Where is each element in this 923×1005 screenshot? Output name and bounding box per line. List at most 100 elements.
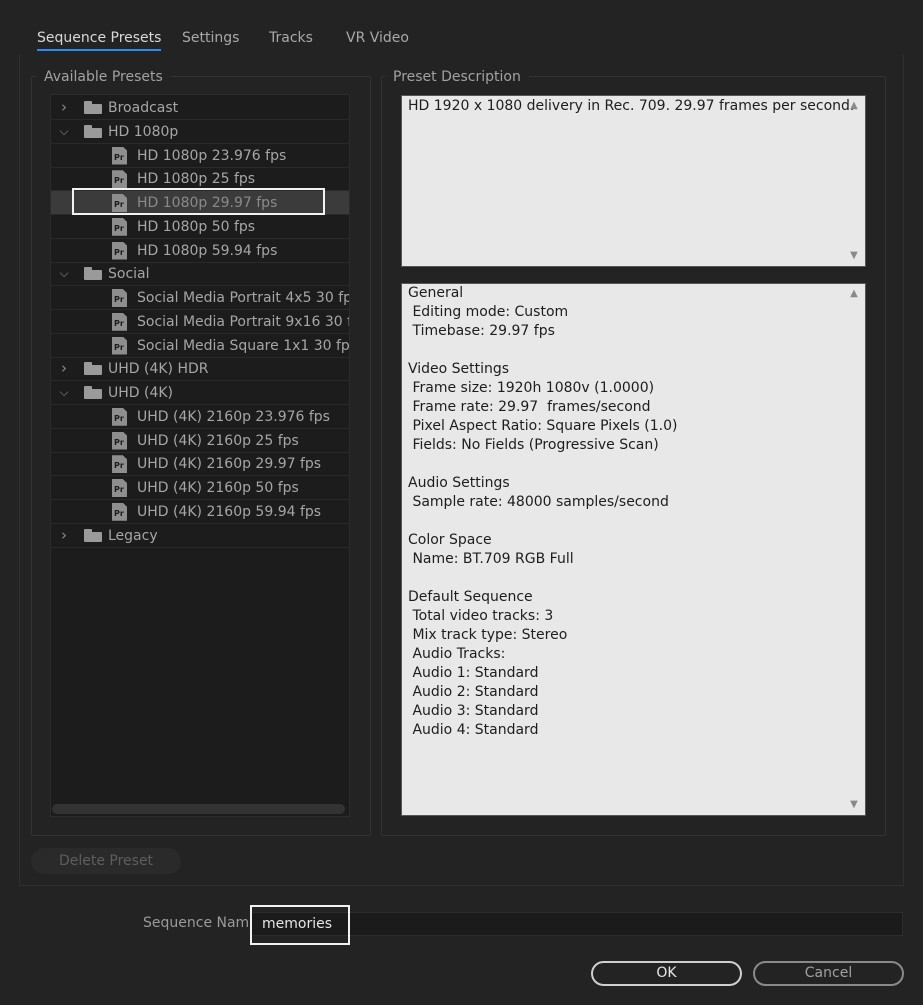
cancel-button[interactable]: Cancel bbox=[753, 961, 904, 986]
detail-line: Color Space bbox=[408, 532, 492, 548]
detail-line bbox=[408, 341, 859, 360]
tree-folder[interactable]: ⌵ HD 1080p bbox=[51, 120, 349, 144]
detail-line: Audio 2: Standard bbox=[408, 684, 539, 700]
preset-icon-text: Pr bbox=[114, 485, 124, 494]
tree-preset-item[interactable]: Pr HD 1080p 50 fps bbox=[51, 215, 349, 239]
tree-preset-item[interactable]: Pr Social Media Square 1x1 30 fps bbox=[51, 334, 349, 358]
chevron-right-icon[interactable]: › bbox=[58, 527, 70, 542]
folder-icon bbox=[84, 124, 102, 138]
tree-preset-item[interactable]: Pr HD 1080p 23.976 fps bbox=[51, 144, 349, 168]
detail-line: General bbox=[408, 285, 464, 301]
premiere-preset-icon: Pr bbox=[112, 407, 127, 426]
preset-summary-box[interactable]: HD 1920 x 1080 delivery in Rec. 709. 29.… bbox=[401, 95, 866, 267]
premiere-preset-icon: Pr bbox=[112, 289, 127, 307]
chevron-down-icon[interactable]: ⌵ bbox=[58, 385, 70, 399]
detail-line bbox=[408, 455, 859, 474]
detail-line bbox=[408, 512, 859, 531]
preset-summary-text: HD 1920 x 1080 delivery in Rec. 709. 29.… bbox=[408, 98, 855, 114]
tree-preset-item[interactable]: Pr HD 1080p 29.97 fps bbox=[51, 191, 349, 215]
detail-line: Sample rate: 48000 samples/second bbox=[408, 494, 669, 510]
detail-line: Frame rate: 29.97 frames/second bbox=[408, 399, 651, 415]
tree-item-label: UHD (4K) bbox=[108, 385, 174, 401]
preset-details-text: General Editing mode: Custom Timebase: 2… bbox=[408, 284, 859, 740]
tree-item-label: UHD (4K) 2160p 23.976 fps bbox=[137, 408, 330, 425]
preset-icon-text: Pr bbox=[114, 176, 124, 186]
tree-folder[interactable]: ⌵ UHD (4K) bbox=[51, 381, 349, 405]
folder-icon bbox=[84, 267, 102, 281]
tree-preset-item[interactable]: Pr UHD (4K) 2160p 50 fps bbox=[51, 476, 349, 500]
chevron-down-icon[interactable]: ⌵ bbox=[58, 124, 70, 138]
sequence-name-label: Sequence Name: bbox=[143, 915, 263, 931]
preset-icon-text: Pr bbox=[114, 152, 124, 162]
detail-line: Audio 4: Standard bbox=[408, 722, 539, 738]
tree-folder[interactable]: › Legacy bbox=[51, 524, 349, 548]
detail-line: Audio Tracks: bbox=[408, 646, 506, 662]
premiere-preset-icon: Pr bbox=[112, 455, 127, 474]
folder-icon bbox=[84, 101, 102, 114]
preset-icon-text: Pr bbox=[114, 223, 124, 233]
premiere-preset-icon: Pr bbox=[112, 194, 127, 212]
tree-folder[interactable]: ⌵ Social bbox=[51, 262, 349, 287]
tree-preset-item[interactable]: Pr Social Media Portrait 9x16 30 fps bbox=[51, 310, 349, 334]
tree-preset-item[interactable]: Pr UHD (4K) 2160p 29.97 fps bbox=[51, 452, 349, 477]
folder-icon bbox=[84, 362, 102, 376]
detail-line: Total video tracks: 3 bbox=[408, 608, 554, 624]
tree-preset-item[interactable]: Pr HD 1080p 59.94 fps bbox=[51, 239, 349, 263]
tree-item-label: HD 1080p 25 fps bbox=[137, 171, 256, 188]
tab-settings[interactable]: Settings bbox=[182, 28, 239, 48]
scroll-up-icon[interactable]: ▲ bbox=[849, 101, 859, 111]
preset-icon-text: Pr bbox=[114, 342, 124, 352]
tree-folder[interactable]: › UHD (4K) HDR bbox=[51, 357, 349, 382]
detail-line: Frame size: 1920h 1080v (1.0000) bbox=[408, 380, 655, 396]
tab-tracks[interactable]: Tracks bbox=[269, 28, 313, 48]
premiere-preset-icon: Pr bbox=[112, 170, 127, 189]
chevron-right-icon[interactable]: › bbox=[58, 100, 70, 115]
tree-item-label: UHD (4K) 2160p 59.94 fps bbox=[137, 503, 322, 520]
scroll-up-icon[interactable]: ▲ bbox=[849, 289, 859, 299]
detail-line: Video Settings bbox=[408, 361, 510, 377]
detail-line: Timebase: 29.97 fps bbox=[408, 323, 555, 339]
chevron-right-icon[interactable]: › bbox=[58, 361, 70, 376]
presets-tree[interactable]: › Broadcast ⌵ HD 1080p Pr HD 1080p 23.976 fps… bbox=[50, 94, 350, 817]
premiere-preset-icon: Pr bbox=[112, 502, 127, 521]
new-sequence-dialog: Sequence Presets Settings Tracks VR Vide… bbox=[0, 0, 923, 1005]
folder-icon bbox=[84, 528, 102, 542]
tab-sequence-presets[interactable]: Sequence Presets bbox=[37, 28, 162, 51]
tree-item-label: UHD (4K) 2160p 50 fps bbox=[137, 480, 299, 496]
detail-line bbox=[408, 569, 859, 588]
tree-horizontal-scrollbar[interactable] bbox=[52, 804, 345, 814]
premiere-preset-icon: Pr bbox=[112, 241, 127, 260]
available-presets-title: Available Presets bbox=[36, 68, 171, 86]
sequence-name-input[interactable] bbox=[250, 912, 903, 936]
tree-item-label: UHD (4K) 2160p 25 fps bbox=[137, 432, 299, 449]
ok-button[interactable]: OK bbox=[591, 961, 742, 986]
preset-icon-text: Pr bbox=[114, 437, 124, 447]
tree-preset-item[interactable]: Pr HD 1080p 25 fps bbox=[51, 167, 349, 192]
tree-item-label: Social bbox=[108, 266, 150, 283]
tree-preset-item[interactable]: Pr UHD (4K) 2160p 59.94 fps bbox=[51, 500, 349, 524]
detail-line: Audio 3: Standard bbox=[408, 703, 539, 719]
premiere-preset-icon: Pr bbox=[112, 217, 127, 236]
detail-line: Mix track type: Stereo bbox=[408, 627, 568, 643]
detail-line: Pixel Aspect Ratio: Square Pixels (1.0) bbox=[408, 418, 678, 434]
tree-preset-item[interactable]: Pr Social Media Portrait 4x5 30 fps bbox=[51, 286, 349, 310]
tree-item-label: HD 1080p 29.97 fps bbox=[137, 195, 278, 211]
preset-icon-text: Pr bbox=[114, 318, 124, 328]
preset-details-box[interactable]: General Editing mode: Custom Timebase: 2… bbox=[401, 283, 866, 816]
detail-line: Fields: No Fields (Progressive Scan) bbox=[408, 437, 659, 453]
tab-vr-video[interactable]: VR Video bbox=[346, 28, 409, 48]
preset-icon-text: Pr bbox=[114, 247, 124, 257]
folder-icon bbox=[84, 386, 102, 399]
scroll-down-icon[interactable]: ▼ bbox=[849, 251, 859, 261]
tree-item-label: HD 1080p 59.94 fps bbox=[137, 242, 278, 259]
detail-line: Audio 1: Standard bbox=[408, 665, 539, 681]
premiere-preset-icon: Pr bbox=[112, 146, 127, 165]
tree-item-label: Broadcast bbox=[108, 100, 179, 116]
chevron-down-icon[interactable]: ⌵ bbox=[58, 266, 70, 280]
tree-preset-item[interactable]: Pr UHD (4K) 2160p 23.976 fps bbox=[51, 405, 349, 429]
tree-preset-item[interactable]: Pr UHD (4K) 2160p 25 fps bbox=[51, 429, 349, 453]
tree-folder[interactable]: › Broadcast bbox=[51, 96, 349, 120]
tree-item-label: UHD (4K) HDR bbox=[108, 361, 209, 378]
delete-preset-button[interactable]: Delete Preset bbox=[31, 848, 181, 874]
scroll-down-icon[interactable]: ▼ bbox=[849, 800, 859, 810]
